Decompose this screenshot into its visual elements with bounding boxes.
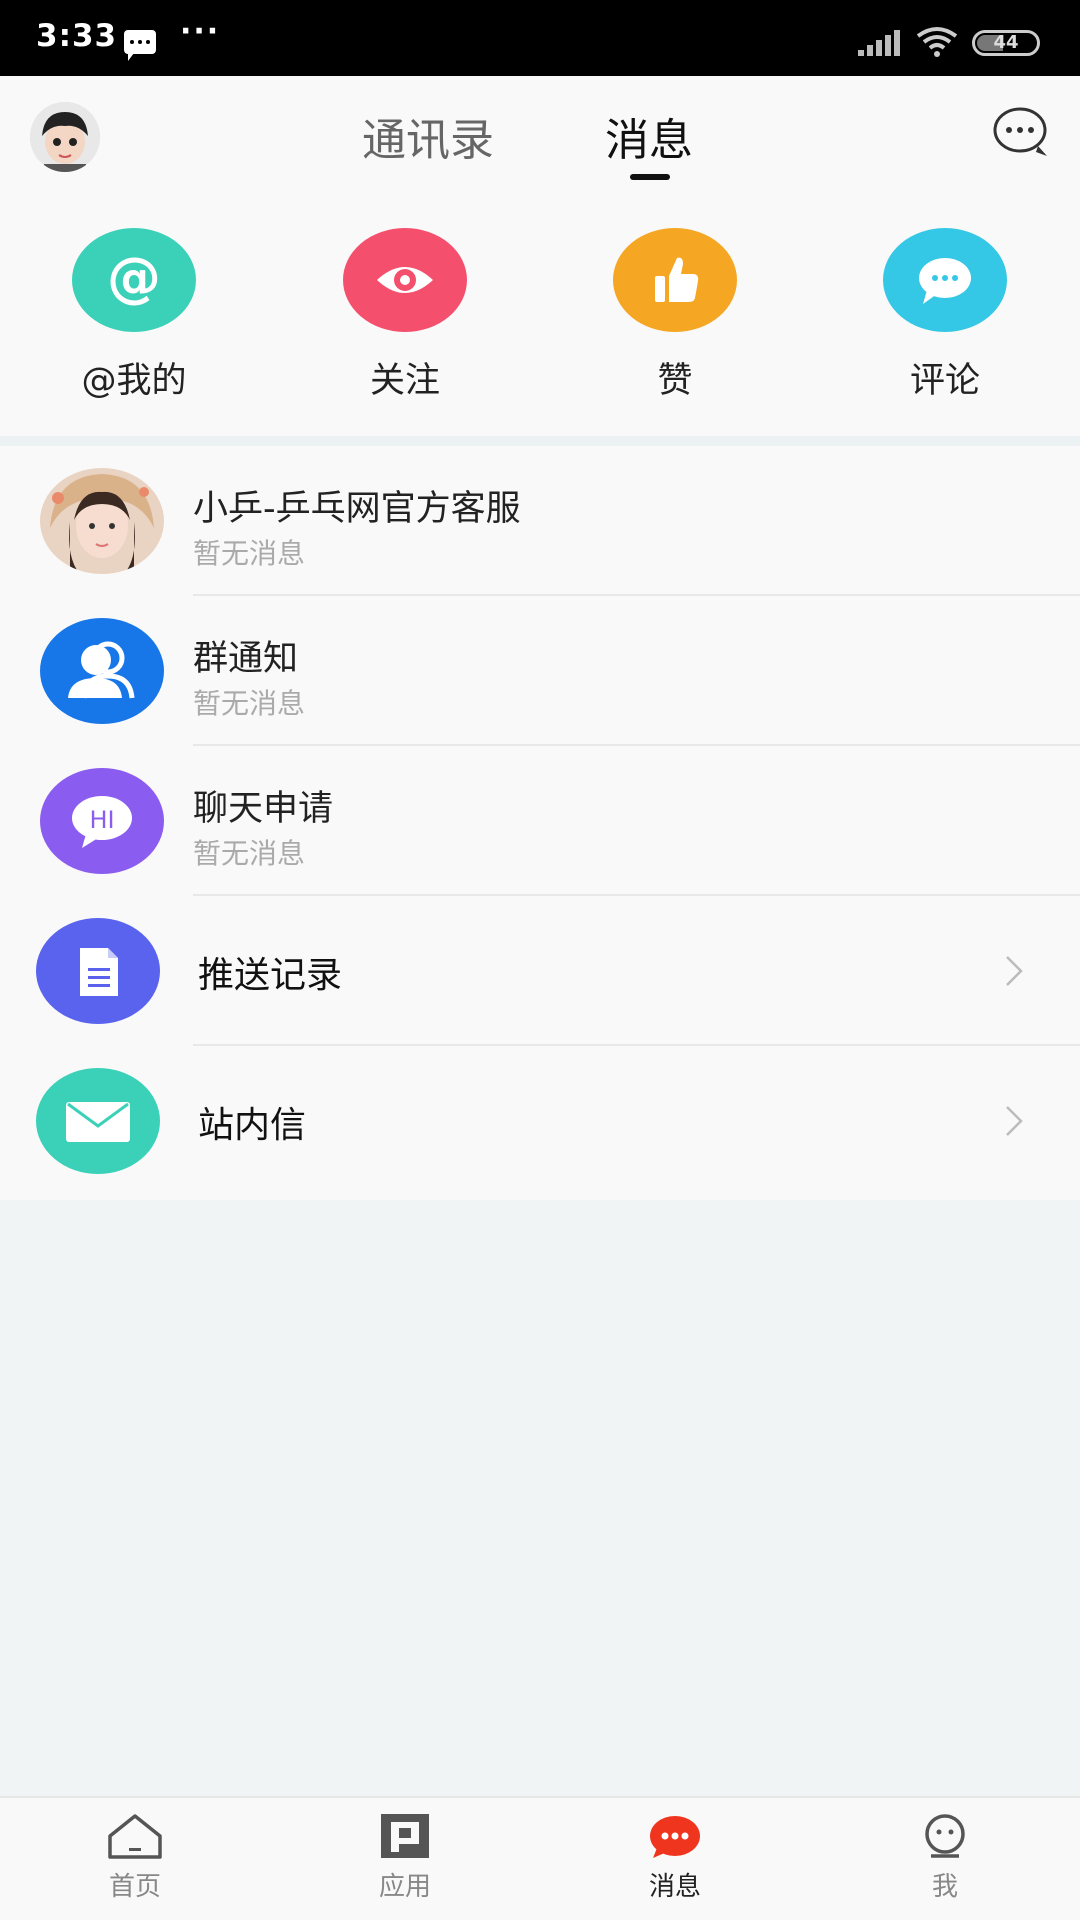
thumbs-up-icon [613, 228, 737, 332]
more-notifications-icon: ··· [180, 14, 221, 49]
conversation-title: 聊天申请 [193, 789, 334, 829]
quick-action-at-me[interactable]: @ @我的 [44, 228, 224, 403]
tab-messages[interactable]: 消息 [605, 104, 693, 168]
quick-action-label: 评论 [909, 361, 980, 401]
section-divider [0, 436, 1080, 446]
nav-apps[interactable]: 应用 [345, 1812, 465, 1903]
my-avatar[interactable] [30, 102, 100, 172]
conversation-title: 小乒-乒乓网官方客服 [193, 489, 521, 529]
bottom-navigation: 首页 应用 消息 我 [0, 1796, 1080, 1920]
chevron-right-icon [1006, 956, 1023, 986]
header: 通讯录 消息 [0, 76, 1080, 188]
apps-icon [381, 1814, 429, 1858]
entry-title: 推送记录 [198, 955, 343, 996]
sms-notification-icon [124, 30, 156, 61]
entry-push-records[interactable]: 推送记录 [0, 896, 1080, 1046]
nav-label: 应用 [378, 1872, 431, 1902]
conversation-customer-service[interactable]: 小乒-乒乓网官方客服 暂无消息 [0, 446, 1080, 596]
group-icon [40, 618, 164, 724]
status-time: 3:33 [36, 18, 118, 54]
conversation-group-notice[interactable]: 群通知 暂无消息 [0, 596, 1080, 746]
conversation-preview: 暂无消息 [193, 837, 306, 870]
signal-icon [858, 30, 900, 56]
conversation-preview: 暂无消息 [193, 687, 306, 720]
conversation-chat-request[interactable]: HI 聊天申请 暂无消息 [0, 746, 1080, 896]
chat-more-icon[interactable] [992, 104, 1050, 162]
cartoon-avatar-icon [30, 102, 100, 172]
quick-action-label: 关注 [369, 361, 440, 401]
conversation-title: 群通知 [193, 639, 299, 679]
quick-action-label: 赞 [657, 361, 693, 401]
quick-action-like[interactable]: 赞 [585, 228, 765, 403]
nav-label: 消息 [648, 1872, 701, 1902]
nav-label: 首页 [108, 1872, 161, 1902]
nav-home[interactable]: 首页 [75, 1812, 195, 1903]
chevron-right-icon [1006, 1106, 1023, 1136]
active-tab-indicator [630, 174, 670, 180]
eye-icon [343, 228, 467, 332]
mail-icon [36, 1068, 160, 1174]
entry-site-mail[interactable]: 站内信 [0, 1046, 1080, 1196]
quick-action-comment[interactable]: 评论 [855, 228, 1035, 403]
battery-level: 44 [993, 32, 1019, 53]
quick-action-follow[interactable]: 关注 [315, 228, 495, 403]
svg-text:@: @ [107, 246, 161, 309]
nav-label: 我 [931, 1872, 958, 1902]
battery-icon: 44 [972, 30, 1040, 56]
customer-service-avatar [40, 468, 164, 574]
wifi-icon [916, 27, 958, 57]
entry-title: 站内信 [198, 1105, 307, 1146]
message-list: 小乒-乒乓网官方客服 暂无消息 群通知 暂无消息 HI 聊天申请 暂无消息 推送… [0, 446, 1080, 1200]
profile-icon [925, 1814, 965, 1858]
quick-actions: @ @我的 关注 赞 评论 [0, 188, 1080, 436]
tab-contacts[interactable]: 通讯录 [362, 104, 494, 168]
hi-bubble-icon: HI [40, 768, 164, 874]
hi-text: HI [89, 806, 114, 834]
comment-icon [883, 228, 1007, 332]
messages-icon [650, 1816, 700, 1858]
document-icon [36, 918, 160, 1024]
quick-action-label: @我的 [81, 361, 187, 401]
nav-me[interactable]: 我 [885, 1812, 1005, 1903]
conversation-preview: 暂无消息 [193, 537, 306, 570]
status-bar: 3:33 ··· 44 [0, 0, 1080, 76]
nav-messages[interactable]: 消息 [615, 1812, 735, 1903]
home-icon [108, 1814, 162, 1859]
at-icon: @ [72, 228, 196, 332]
